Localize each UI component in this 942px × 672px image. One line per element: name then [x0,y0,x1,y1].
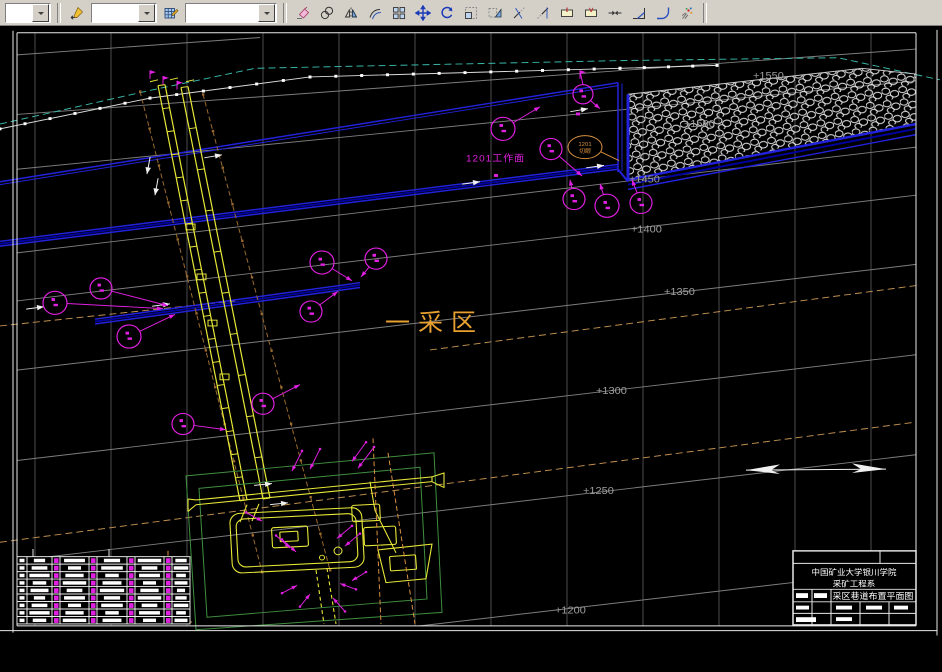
trim-button[interactable] [507,1,531,25]
working-face-label: 1201工作面 [466,153,525,165]
stretch-icon [488,7,502,17]
offset-button[interactable] [363,1,387,25]
make-object-layer-current-icon [70,6,83,20]
leader-arrow [280,585,298,595]
toolbar [0,0,942,26]
survey-flag-icon [176,80,183,90]
callout-balloon[interactable] [89,277,169,307]
extend-button[interactable] [531,1,555,25]
leader-arrow [351,570,368,582]
svg-text:切眼: 切眼 [579,148,591,155]
drawing-title: 采区巷道布置平面图 [833,590,914,601]
cad-window: +1550 +1500 +1450 +1400 +1350 +1300 +1250 +1200… [0,0,942,672]
extend-icon [537,7,549,19]
offset-icon [369,8,381,19]
color-combo-dropdown-arrow[interactable] [258,3,275,22]
outcrop-marker-line [0,63,719,131]
break-at-point-icon [561,7,573,17]
leader-arrow [298,593,311,608]
rotate-button[interactable] [435,1,459,25]
inclined-shafts [139,77,332,574]
leader-arrow [280,538,297,553]
callout-balloon[interactable] [251,384,301,415]
pit-bottom-station [185,438,445,631]
svg-text:1201: 1201 [578,142,591,148]
drawing-canvas[interactable]: +1550+1500+1450+1400+1350+1300+1250+1200… [0,26,942,672]
fillet-icon [657,7,670,19]
make-object-layer-current-button[interactable] [65,1,89,25]
svg-text:+1400: +1400 [631,224,662,236]
legend-table [16,548,191,625]
fillet-button[interactable] [651,1,675,25]
quick-select-combo-dropdown-arrow[interactable] [32,3,49,22]
join-icon [608,10,622,15]
cut-callout[interactable]: 1201切眼 [567,135,620,162]
copy-button[interactable] [315,1,339,25]
svg-text:+1550: +1550 [753,70,784,82]
svg-text:+1300: +1300 [596,385,627,397]
drawing-viewport[interactable]: +1550 +1500 +1450 +1400 +1350 +1300 +1250 +1200… [0,26,942,672]
callout-balloon[interactable] [171,412,227,436]
callout-balloon[interactable] [594,183,620,218]
callout-balloon[interactable] [360,247,388,278]
callout-balloon[interactable] [490,106,541,141]
annotation-callouts[interactable] [42,70,653,613]
layer-properties-icon [164,7,179,18]
survey-flag-icon [162,75,169,85]
svg-text:+1250: +1250 [583,485,614,497]
move-button[interactable] [411,1,435,25]
layer-combo[interactable] [91,2,157,23]
seam-roadway-lines [0,82,629,325]
department-name: 采矿工程系 [833,579,875,589]
stretch-button[interactable] [483,1,507,25]
leader-arrow [339,583,358,591]
move-icon [415,4,431,21]
chamfer-button[interactable] [627,1,651,25]
chamfer-icon [633,7,645,19]
survey-flag-icon [149,70,156,79]
erase-button[interactable] [291,1,315,25]
explode-button[interactable] [675,1,699,25]
quick-select-combo[interactable] [5,2,51,23]
trim-icon [513,6,525,19]
copy-icon [320,6,334,19]
leader-arrow [344,532,362,547]
break-button[interactable] [579,1,603,25]
toolbar-separator [283,2,287,23]
callout-balloon[interactable] [562,179,586,211]
svg-text:+1350: +1350 [664,286,695,298]
break-icon [585,7,597,17]
svg-text:+1500: +1500 [684,118,715,130]
title-block: 中国矿业大学银川学院采矿工程系采区巷道布置平面图 [792,550,917,626]
join-button[interactable] [603,1,627,25]
mirror-button[interactable] [339,1,363,25]
svg-text:+1200: +1200 [555,605,586,617]
rotate-icon [441,6,453,18]
toolbar-separator [57,2,61,23]
color-combo[interactable] [185,2,277,23]
array-icon [393,6,406,19]
layer-combo-dropdown-arrow[interactable] [138,3,155,22]
caved-zone-hatch [626,67,917,191]
mining-area-label: 一采区 [385,309,484,336]
mirror-icon [344,7,358,18]
layer-properties-button[interactable] [159,1,183,25]
school-name: 中国矿业大学银川学院 [812,567,898,577]
explode-icon [681,6,693,19]
scale-button[interactable] [459,1,483,25]
scale-icon [465,6,477,19]
toolbar-separator [703,2,707,23]
erase-icon [297,6,310,19]
array-button[interactable] [387,1,411,25]
leader-arrow [309,447,322,470]
break-at-point-button[interactable] [555,1,579,25]
callout-balloon[interactable] [299,290,339,323]
